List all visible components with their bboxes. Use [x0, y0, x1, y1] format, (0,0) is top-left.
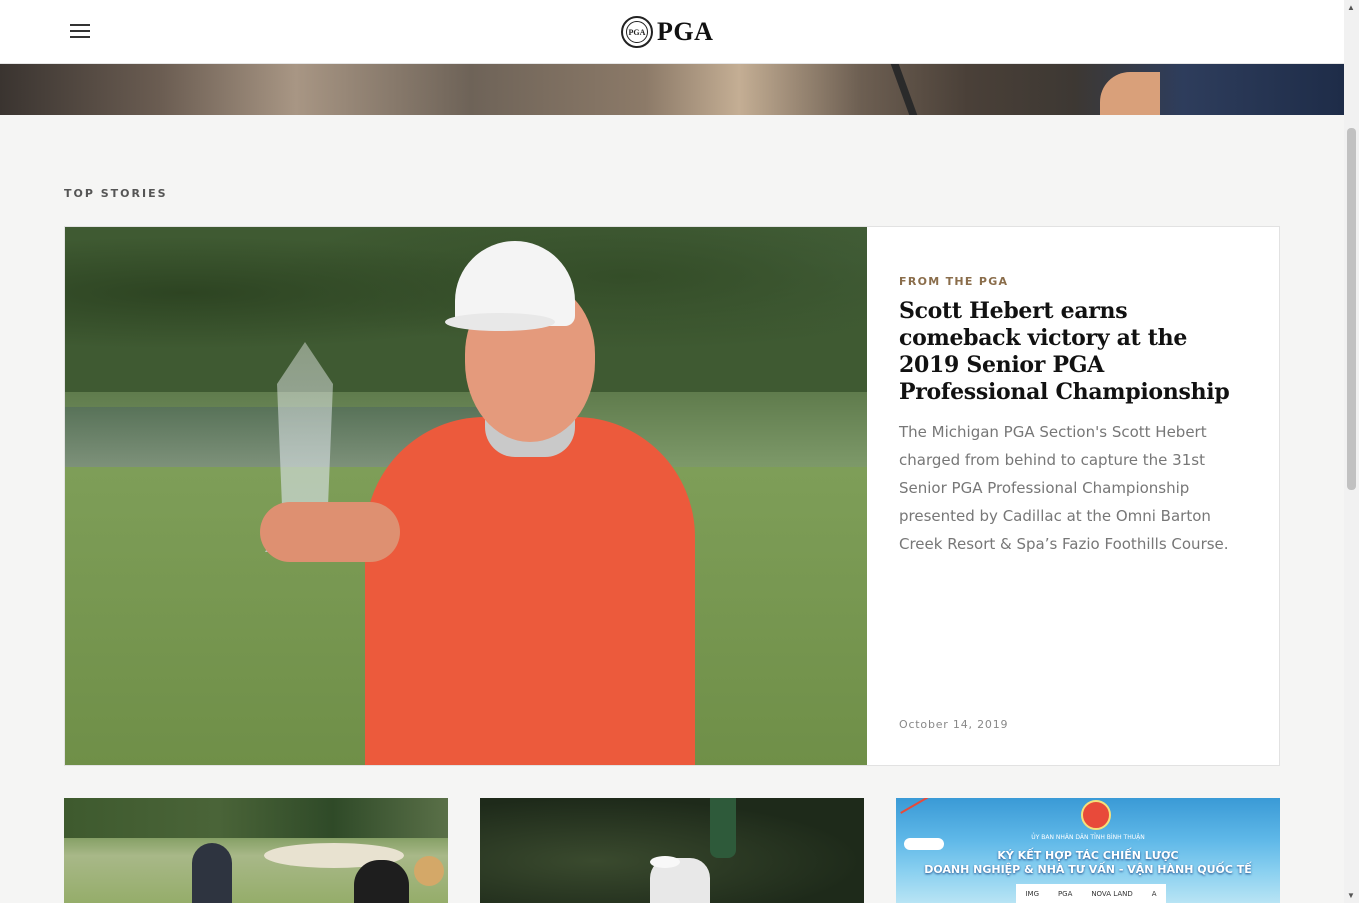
- sponsor-logos: IMG PGA NOVA LAND A: [1016, 884, 1166, 903]
- sponsor-logo: NOVA LAND: [1091, 889, 1133, 898]
- banner-line-3: DOANH NGHIỆP & NHÀ TƯ VẤN - VẬN HÀNH QUỐ…: [924, 863, 1252, 876]
- story-summary: The Michigan PGA Section's Scott Hebert …: [899, 423, 1229, 553]
- sponsor-logo: A: [1151, 889, 1157, 898]
- story-card-1-image[interactable]: [64, 798, 448, 903]
- golfer-arm-shape: [1100, 72, 1160, 115]
- scroll-up-arrow-icon[interactable]: ▲: [1347, 3, 1355, 12]
- story-card-2-image[interactable]: [480, 798, 864, 903]
- story-card-3-image[interactable]: ỦY BAN NHÂN DÂN TỈNH BÌNH THUẬN KÝ KẾT H…: [896, 798, 1280, 903]
- top-stories-heading: TOP STORIES: [64, 187, 168, 200]
- golfer-silhouette: [192, 843, 232, 903]
- pga-seal-icon: PGA: [621, 16, 653, 48]
- logo-wordmark: PGA: [657, 17, 714, 46]
- seal-text: PGA: [628, 27, 646, 37]
- featured-story-card[interactable]: FROM THE PGA Scott Hebert earns comeback…: [64, 226, 1280, 766]
- golfer-cap-bill: [445, 313, 555, 331]
- scrollbar-thumb[interactable]: [1347, 128, 1356, 490]
- hero-image[interactable]: [0, 64, 1344, 115]
- pga-flag-banner: [710, 798, 736, 858]
- pga-logo[interactable]: PGA PGA: [621, 16, 713, 48]
- province-emblem-icon: [1081, 800, 1111, 830]
- featured-story-text: FROM THE PGA Scott Hebert earns comeback…: [867, 227, 1279, 765]
- story-date: October 14, 2019: [899, 718, 1009, 731]
- golfer-shirt: [365, 417, 695, 765]
- hamburger-menu-icon[interactable]: [70, 24, 90, 40]
- story-headline[interactable]: Scott Hebert earns comeback victory at t…: [899, 298, 1247, 406]
- crane-shape: [900, 798, 936, 814]
- sponsor-logo: PGA: [1057, 889, 1073, 898]
- banner-line-1: ỦY BAN NHÂN DÂN TỈNH BÌNH THUẬN: [1031, 834, 1145, 841]
- sponsor-logo: IMG: [1025, 889, 1039, 898]
- spectator-hair: [414, 856, 444, 886]
- golf-club-shape: [890, 64, 918, 115]
- scroll-down-arrow-icon[interactable]: ▼: [1347, 891, 1355, 900]
- tree-line: [64, 798, 448, 838]
- golfer-hat: [650, 856, 680, 868]
- site-header: PGA PGA: [0, 0, 1344, 64]
- featured-story-image[interactable]: [65, 227, 867, 765]
- story-category[interactable]: FROM THE PGA: [899, 275, 1247, 288]
- banner-line-2: KÝ KẾT HỢP TÁC CHIẾN LƯỢC: [997, 849, 1179, 862]
- spectator-silhouette: [354, 860, 409, 903]
- page-scrollbar[interactable]: ▲ ▼: [1344, 0, 1359, 903]
- golfer-hands: [260, 502, 400, 562]
